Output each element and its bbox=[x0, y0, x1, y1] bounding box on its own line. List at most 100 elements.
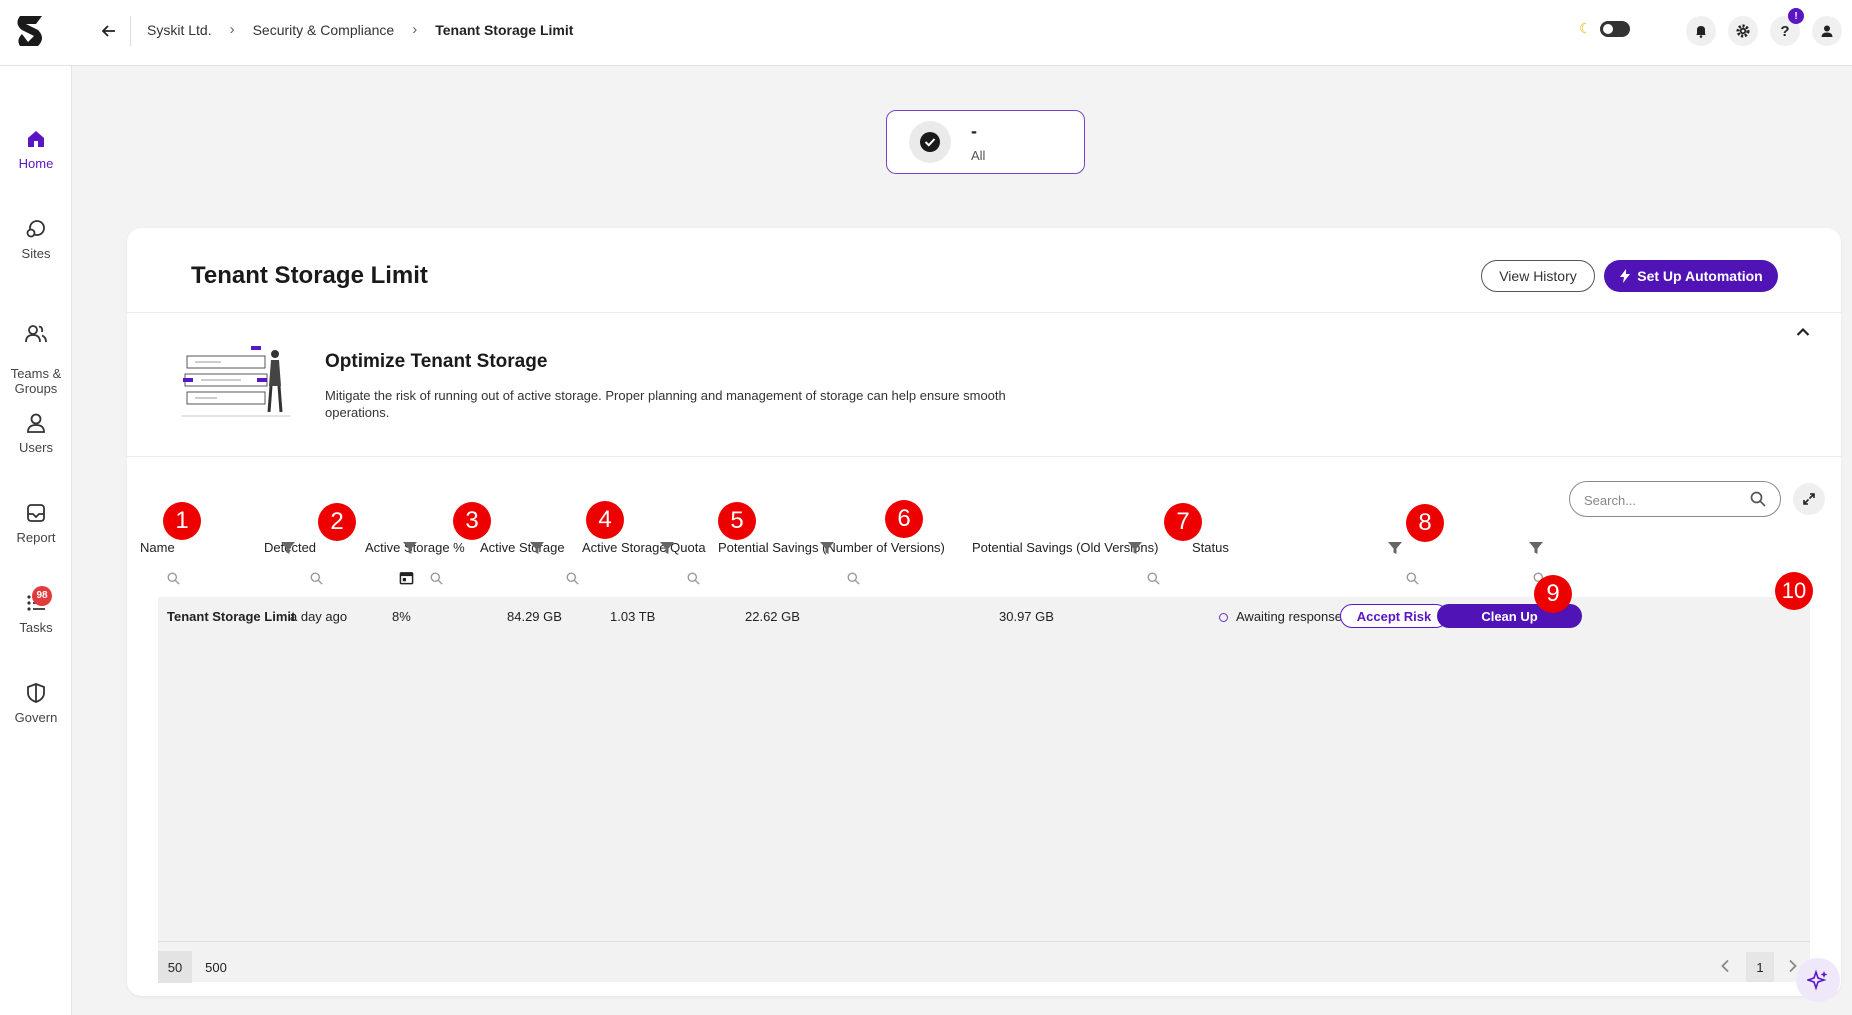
search-icon[interactable] bbox=[430, 572, 443, 585]
sidebar-item-label: Users bbox=[19, 440, 53, 455]
top-bar: Syskit Ltd. › Security & Compliance › Te… bbox=[0, 0, 1852, 66]
main-card: Tenant Storage Limit View History Set Up… bbox=[127, 228, 1841, 996]
sidebar-item-label: Report bbox=[16, 530, 56, 545]
collapse-button[interactable] bbox=[1791, 320, 1815, 344]
annotation-marker: 10 bbox=[1775, 572, 1813, 610]
storage-illustration bbox=[181, 346, 291, 417]
expand-icon bbox=[1803, 493, 1815, 505]
cell-status: Awaiting response bbox=[1219, 609, 1342, 624]
alert-badge: ! bbox=[1788, 8, 1804, 24]
filter-card-all[interactable]: - All bbox=[886, 110, 1085, 174]
table-search[interactable] bbox=[1569, 481, 1781, 517]
breadcrumb-item[interactable]: Syskit Ltd. bbox=[147, 22, 212, 38]
teams-icon bbox=[25, 325, 47, 343]
cell-name: Tenant Storage Limit bbox=[167, 609, 296, 624]
pager-page-1[interactable]: 1 bbox=[1746, 952, 1774, 982]
toggle-switch[interactable] bbox=[1599, 20, 1630, 37]
column-header-status[interactable]: Status bbox=[1192, 540, 1229, 555]
search-icon[interactable] bbox=[1406, 572, 1419, 585]
search-icon[interactable] bbox=[847, 572, 860, 585]
cell-savings-versions: 22.62 GB bbox=[745, 609, 800, 624]
filter-card-label: All bbox=[971, 148, 986, 163]
search-icon bbox=[1750, 491, 1766, 507]
page-size-500[interactable]: 500 bbox=[199, 951, 233, 983]
filter-icon[interactable] bbox=[402, 540, 418, 556]
status-dot-icon bbox=[1219, 613, 1228, 622]
theme-toggle[interactable]: ☾ bbox=[1579, 20, 1630, 37]
moon-icon: ☾ bbox=[1579, 20, 1592, 36]
gear-icon bbox=[1736, 24, 1750, 38]
set-up-automation-button[interactable]: Set Up Automation bbox=[1604, 260, 1778, 292]
sidebar-item-govern[interactable]: Govern bbox=[0, 682, 72, 725]
bell-button[interactable] bbox=[1686, 16, 1716, 46]
filter-icon[interactable] bbox=[1387, 540, 1403, 556]
filter-icon[interactable] bbox=[659, 540, 675, 556]
cell-detected: a day ago bbox=[290, 609, 348, 624]
column-header-active-storage[interactable]: Active Storage bbox=[480, 540, 565, 555]
search-icon[interactable] bbox=[687, 572, 700, 585]
info-description: Mitigate the risk of running out of acti… bbox=[325, 388, 1006, 420]
bell-icon bbox=[1696, 26, 1706, 38]
cell-active-storage: 84.29 GB bbox=[507, 609, 562, 624]
breadcrumb-item[interactable]: Security & Compliance bbox=[253, 22, 395, 38]
search-icon[interactable] bbox=[566, 572, 579, 585]
ai-assistant-button[interactable] bbox=[1796, 958, 1840, 1002]
settings-button[interactable] bbox=[1728, 16, 1758, 46]
sidebar-item-users[interactable]: Users bbox=[0, 412, 72, 455]
cell-active-storage-pct: 8% bbox=[392, 609, 411, 624]
annotation-marker: 8 bbox=[1406, 504, 1444, 542]
table-body: Tenant Storage Limit a day ago 8% 84.29 … bbox=[158, 597, 1810, 982]
sidebar-item-tasks[interactable]: 98 Tasks bbox=[0, 586, 72, 635]
cell-savings-old: 30.97 GB bbox=[999, 609, 1054, 624]
check-icon bbox=[920, 132, 940, 152]
sparkle-icon bbox=[1807, 969, 1828, 991]
set-up-automation-label: Set Up Automation bbox=[1637, 268, 1763, 284]
search-icon[interactable] bbox=[167, 572, 180, 585]
divider bbox=[130, 16, 131, 46]
filter-icon[interactable] bbox=[280, 540, 296, 556]
page-size-50[interactable]: 50 bbox=[158, 951, 192, 983]
lightning-icon bbox=[1620, 269, 1631, 283]
sidebar-item-home[interactable]: Home bbox=[0, 128, 72, 171]
annotation-marker: 5 bbox=[718, 502, 756, 540]
sidebar-item-report[interactable]: Report bbox=[0, 502, 72, 545]
search-icon[interactable] bbox=[310, 572, 323, 585]
home-icon bbox=[28, 131, 44, 147]
view-history-button[interactable]: View History bbox=[1481, 260, 1595, 292]
profile-button[interactable] bbox=[1812, 16, 1842, 46]
chevron-left-icon bbox=[1721, 959, 1729, 973]
shield-icon bbox=[27, 683, 45, 703]
fullscreen-button[interactable] bbox=[1793, 483, 1825, 515]
report-icon bbox=[27, 504, 45, 522]
tasks-count-badge: 98 bbox=[32, 586, 52, 606]
search-icon[interactable] bbox=[1147, 572, 1160, 585]
cell-active-storage-quota: 1.03 TB bbox=[610, 609, 656, 624]
sidebar-item-label: Teams & Groups bbox=[10, 366, 62, 396]
chevron-right-icon bbox=[1789, 959, 1797, 973]
pager-prev-button[interactable] bbox=[1715, 956, 1735, 976]
column-header-name[interactable]: Name bbox=[140, 540, 175, 555]
filter-icon[interactable] bbox=[1528, 540, 1544, 556]
sidebar-item-label: Sites bbox=[21, 246, 51, 261]
annotation-marker: 9 bbox=[1534, 575, 1572, 613]
check-circle bbox=[909, 121, 951, 163]
sidebar-item-sites[interactable]: Sites bbox=[0, 218, 72, 261]
status-text: Awaiting response bbox=[1236, 609, 1342, 624]
search-input[interactable] bbox=[1584, 490, 1744, 510]
sidebar: Home Sites Teams & Groups Users Report 9… bbox=[0, 66, 72, 1015]
calendar-icon[interactable] bbox=[399, 570, 414, 585]
back-button[interactable] bbox=[98, 20, 120, 42]
breadcrumb: Syskit Ltd. › Security & Compliance › Te… bbox=[147, 21, 573, 38]
column-header-active-storage-quota[interactable]: Active Storage Quota bbox=[582, 540, 706, 555]
chevron-right-icon: › bbox=[412, 21, 418, 38]
filter-icon[interactable] bbox=[529, 540, 545, 556]
sidebar-item-teams-groups[interactable]: Teams & Groups bbox=[0, 308, 72, 396]
divider bbox=[127, 312, 1841, 313]
chevron-up-icon bbox=[1796, 327, 1810, 336]
syskit-logo[interactable] bbox=[12, 12, 50, 50]
divider bbox=[158, 941, 1810, 942]
info-title: Optimize Tenant Storage bbox=[325, 351, 548, 372]
filter-icon[interactable] bbox=[1127, 540, 1143, 556]
filter-icon[interactable] bbox=[819, 540, 835, 556]
accept-risk-button[interactable]: Accept Risk bbox=[1340, 604, 1448, 628]
